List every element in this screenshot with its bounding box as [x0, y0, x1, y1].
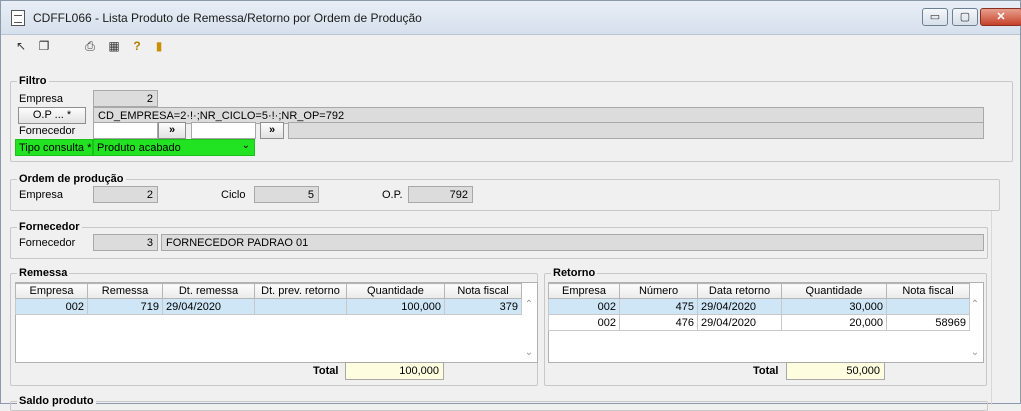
fornecedor-lookup-button[interactable]: » — [158, 122, 186, 139]
table-cell[interactable]: 29/04/2020 — [697, 298, 782, 315]
close-button[interactable]: ✕ — [980, 8, 1021, 26]
remessa-scroll-up-icon[interactable]: ⌃ — [523, 299, 535, 310]
table-cell[interactable] — [254, 298, 347, 315]
table-cell[interactable]: 719 — [87, 298, 163, 315]
tipo-consulta-value: Produto acabado — [97, 142, 181, 154]
minimize-button[interactable]: ▭ — [922, 8, 948, 26]
retorno-scroll-down-icon[interactable]: ⌄ — [969, 347, 981, 358]
retorno-table: Empresa Número Data retorno Quantidade N… — [548, 283, 970, 331]
ciclo-label: Ciclo — [221, 189, 246, 201]
fornecedor-name-readonly[interactable]: FORNECEDOR PADRAO 01 — [161, 234, 984, 251]
copy-icon[interactable]: ❐ — [37, 39, 51, 53]
table-cell[interactable]: 475 — [619, 298, 698, 315]
fornecedor-code2-input[interactable] — [191, 122, 256, 139]
retorno-col-quantidade[interactable]: Quantidade — [781, 283, 887, 299]
saldo-title: Saldo produto — [17, 395, 96, 407]
ciclo-field[interactable]: 5 — [254, 186, 319, 203]
toolbar: ↖ ❐ ⎙ ▦ ? ▮ — [1, 35, 1020, 59]
table-row[interactable]: 002 476 29/04/2020 20,000 58969 — [548, 314, 970, 331]
calculator-icon[interactable]: ▦ — [107, 39, 121, 53]
ordem-group: Ordem de produção — [10, 173, 1000, 211]
op-lookup-button[interactable]: O.P ... * — [18, 107, 86, 124]
tipo-consulta-label: Tipo consulta * — [15, 139, 93, 156]
ordem-title: Ordem de produção — [17, 173, 126, 185]
table-cell[interactable] — [886, 298, 970, 315]
table-cell[interactable]: 379 — [444, 298, 522, 315]
exit-icon[interactable]: ▮ — [152, 39, 166, 53]
table-cell[interactable]: 30,000 — [781, 298, 887, 315]
select-icon[interactable]: ↖ — [14, 39, 28, 53]
retorno-col-numero[interactable]: Número — [619, 283, 698, 299]
table-cell[interactable]: 002 — [548, 298, 620, 315]
filtro-empresa-label: Empresa — [19, 93, 64, 105]
fornecedor-label: Fornecedor — [19, 237, 76, 249]
fornecedor-title: Fornecedor — [17, 221, 82, 233]
table-row[interactable]: 002 475 29/04/2020 30,000 — [548, 298, 970, 315]
table-row[interactable]: 002 719 29/04/2020 100,000 379 — [15, 298, 522, 315]
main-window: CDFFL066 - Lista Produto de Remessa/Reto… — [0, 0, 1021, 411]
remessa-col-remessa[interactable]: Remessa — [87, 283, 163, 299]
remessa-table: Empresa Remessa Dt. remessa Dt. prev. re… — [15, 283, 522, 315]
fornecedor-code-field[interactable]: 3 — [93, 234, 158, 251]
print-icon[interactable]: ⎙ — [83, 39, 97, 53]
remessa-scroll-down-icon[interactable]: ⌄ — [523, 347, 535, 358]
help-icon[interactable]: ? — [130, 39, 144, 53]
filtro-title: Filtro — [17, 75, 49, 87]
retorno-col-data-retorno[interactable]: Data retorno — [697, 283, 782, 299]
chevron-down-icon: ⌄ — [241, 140, 250, 151]
remessa-total-field: 100,000 — [345, 362, 444, 380]
tipo-consulta-select[interactable]: Produto acabado ⌄ — [93, 139, 255, 156]
table-cell[interactable]: 20,000 — [781, 314, 887, 331]
table-cell[interactable]: 002 — [15, 298, 88, 315]
maximize-button[interactable]: ▢ — [952, 8, 978, 26]
fornecedor-name-field[interactable] — [288, 122, 984, 139]
title-bar: CDFFL066 - Lista Produto de Remessa/Reto… — [1, 1, 1021, 35]
ordem-empresa-label: Empresa — [19, 189, 64, 201]
remessa-col-nota-fiscal[interactable]: Nota fiscal — [444, 283, 522, 299]
remessa-col-dt-remessa[interactable]: Dt. remessa — [162, 283, 255, 299]
op-label: O.P. — [382, 189, 403, 201]
table-cell[interactable]: 58969 — [886, 314, 970, 331]
remessa-col-empresa[interactable]: Empresa — [15, 283, 88, 299]
retorno-total-label: Total — [753, 365, 779, 377]
remessa-title: Remessa — [17, 267, 70, 279]
remessa-col-quantidade[interactable]: Quantidade — [346, 283, 445, 299]
window-title: CDFFL066 - Lista Produto de Remessa/Reto… — [33, 11, 422, 25]
saldo-group: Saldo produto — [10, 395, 988, 411]
table-cell[interactable]: 29/04/2020 — [162, 298, 255, 315]
fornecedor-code-input[interactable] — [93, 122, 158, 139]
op-field[interactable]: 792 — [408, 186, 473, 203]
remessa-col-dt-prev[interactable]: Dt. prev. retorno — [254, 283, 347, 299]
table-cell[interactable]: 476 — [619, 314, 698, 331]
retorno-scroll-up-icon[interactable]: ⌃ — [969, 299, 981, 310]
document-icon — [11, 10, 25, 26]
filtro-fornecedor-label: Fornecedor — [19, 125, 76, 137]
table-cell[interactable]: 100,000 — [346, 298, 445, 315]
remessa-total-label: Total — [313, 365, 339, 377]
table-cell[interactable]: 002 — [548, 314, 620, 331]
filtro-empresa-field[interactable]: 2 — [93, 90, 158, 107]
ordem-empresa-field[interactable]: 2 — [93, 186, 158, 203]
page-scrollbar[interactable] — [991, 211, 1007, 405]
fornecedor-lookup2-button[interactable]: » — [260, 122, 284, 139]
retorno-title: Retorno — [551, 267, 598, 279]
retorno-col-nota-fiscal[interactable]: Nota fiscal — [886, 283, 970, 299]
retorno-col-empresa[interactable]: Empresa — [548, 283, 620, 299]
retorno-total-field: 50,000 — [786, 362, 885, 380]
table-cell[interactable]: 29/04/2020 — [697, 314, 782, 331]
